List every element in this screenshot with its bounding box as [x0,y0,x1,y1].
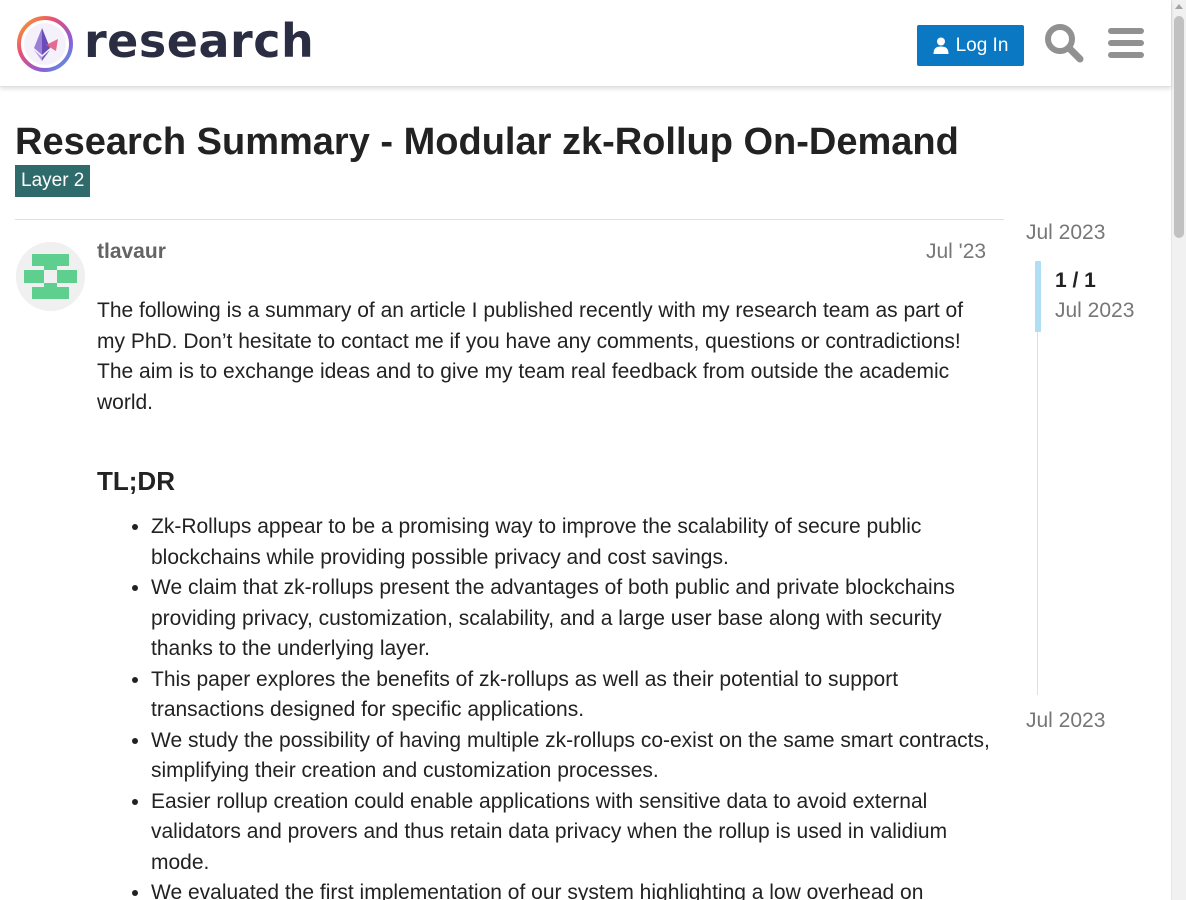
post-intro: The following is a summary of an article… [97,299,964,414]
hamburger-menu-button[interactable] [1104,20,1148,66]
list-item: We study the possibility of having multi… [151,726,992,787]
search-icon [1045,24,1084,63]
post-body: The following is a summary of an article… [97,296,992,900]
timeline-handle[interactable] [1035,261,1041,332]
login-label: Log In [955,34,1009,56]
list-item: This paper explores the benefits of zk-r… [151,665,992,726]
divider [15,219,1004,220]
timeline-current-date: Jul 2023 [1055,299,1135,322]
timeline-end-date[interactable]: Jul 2023 [1026,709,1105,733]
scrollbar-thumb[interactable] [1174,16,1184,238]
list-item: We claim that zk-rollups present the adv… [151,573,992,665]
user-icon [933,37,949,54]
timeline-post-count: 1 / 1 [1055,269,1096,292]
category-badge[interactable]: Layer 2 [15,165,91,197]
site-logo[interactable]: research [16,14,314,74]
list-item: We evaluated the first implementation of… [151,878,992,900]
post-date[interactable]: Jul '23 [926,240,986,264]
post-username[interactable]: tlavaur [97,240,166,264]
menu-icon [1108,28,1144,58]
page-scrollbar[interactable] [1171,0,1186,900]
avatar-identicon [16,242,85,311]
topic-title[interactable]: Research Summary - Modular zk-Rollup On-… [15,120,959,164]
tldr-list: Zk-Rollups appear to be a promising way … [97,512,992,900]
logo-text: research [84,14,315,68]
list-item: Easier rollup creation could enable appl… [151,787,992,879]
site-header: research Log In [0,0,1171,87]
login-button[interactable]: Log In [917,25,1024,66]
avatar[interactable] [16,242,85,311]
search-button[interactable] [1042,20,1086,66]
logo-icon [17,16,73,72]
scroll-up-arrow-icon[interactable] [1175,4,1183,9]
timeline-start-date[interactable]: Jul 2023 [1026,221,1105,245]
post-heading: TL;DR [97,466,175,496]
list-item: Zk-Rollups appear to be a promising way … [151,512,992,573]
